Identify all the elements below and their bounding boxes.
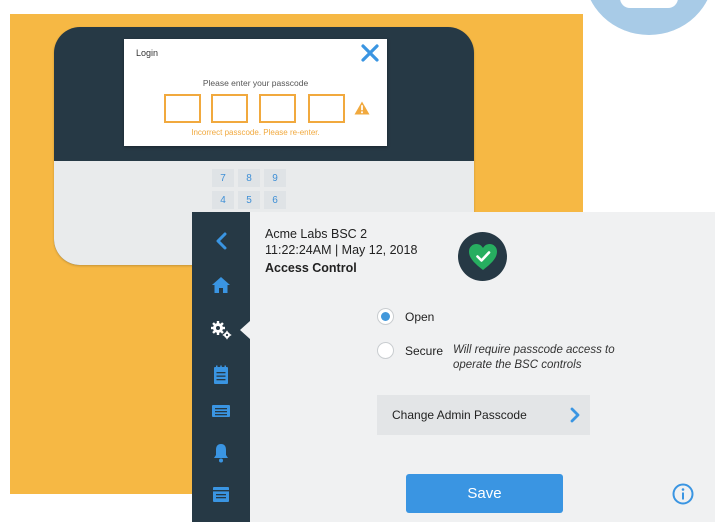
change-passcode-label: Change Admin Passcode [392,408,527,422]
home-icon[interactable] [210,274,232,296]
change-admin-passcode-button[interactable]: Change Admin Passcode [377,395,590,435]
login-prompt: Please enter your passcode [202,78,309,88]
passcode-digit-input[interactable] [211,94,248,123]
access-control-panel: Acme Labs BSC 2 11:22:24AM | May 12, 201… [192,212,715,522]
login-title: Login [136,48,159,58]
keypad-key[interactable]: 9 [264,169,286,187]
status-indicator [458,232,507,281]
passcode-digit-input[interactable] [164,94,201,123]
settings-gears-icon[interactable] [210,319,232,341]
radio-secure[interactable] [377,342,394,359]
chevron-right-icon [570,407,580,423]
folders-icon[interactable] [210,484,232,506]
passcode-digit-input[interactable] [259,94,296,123]
radio-selected-dot [381,312,390,321]
info-icon[interactable] [672,483,694,505]
passcode-digit-input[interactable] [308,94,345,123]
keypad-key[interactable]: 8 [238,169,260,187]
decorative-circle-inner [620,0,678,8]
keypad-key[interactable]: 5 [238,191,260,209]
access-option-secure[interactable]: Secure [377,342,443,359]
close-x-icon[interactable] [360,43,380,63]
save-button[interactable]: Save [406,474,563,513]
bell-icon[interactable] [210,442,232,464]
notepad-icon[interactable] [210,364,232,386]
radio-open[interactable] [377,308,394,325]
date-time: 11:22:24AM | May 12, 2018 [265,243,418,257]
keypad-key[interactable]: 4 [212,191,234,209]
access-option-open[interactable]: Open [377,308,434,325]
warning-triangle-icon [354,101,370,115]
active-item-indicator [240,321,250,339]
back-chevron-icon[interactable] [210,230,232,252]
page-title: Access Control [265,261,357,275]
login-error-message: Incorrect passcode. Please re-enter. [191,128,320,137]
keypad-key[interactable]: 6 [264,191,286,209]
radio-label-secure: Secure [405,343,444,358]
keypad-key[interactable]: 7 [212,169,234,187]
login-dialog: Login Please enter your passcode Incorre… [124,39,387,146]
heart-check-icon [468,243,497,270]
radio-label-open: Open [405,309,435,324]
display-icon[interactable] [210,400,232,422]
device-name: Acme Labs BSC 2 [265,227,368,241]
secure-description: Will require passcode access to operate … [453,344,615,371]
keypad: 7 8 9 4 5 6 [212,169,286,209]
sidebar [192,212,250,522]
decorative-circle [584,0,714,35]
